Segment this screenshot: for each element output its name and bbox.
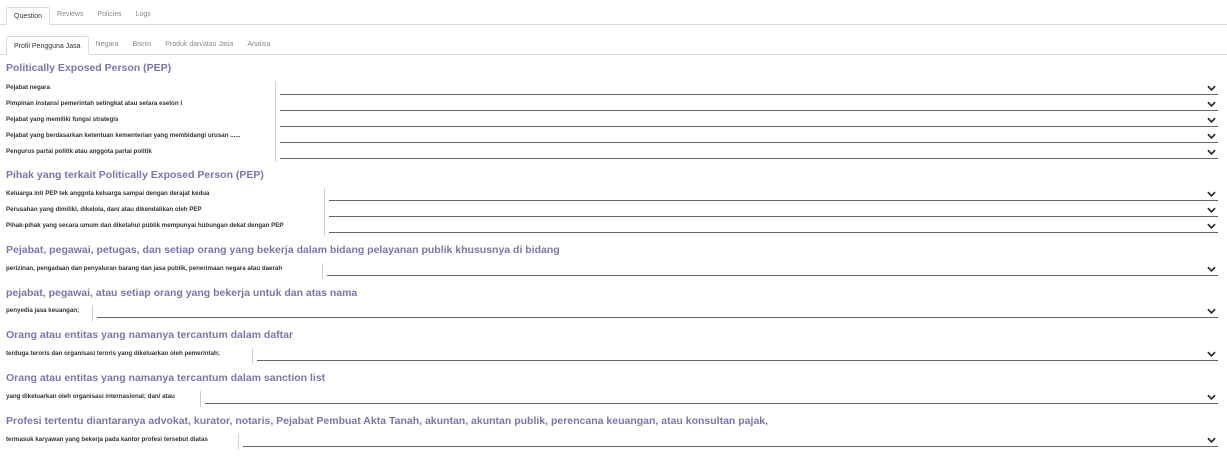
main-tabs: Question Reviews Policies Logs <box>0 6 1227 25</box>
answer-select[interactable] <box>280 130 1218 143</box>
form-row: Pejabat negara <box>0 82 1227 98</box>
chevron-down-icon <box>1207 101 1216 107</box>
field-divider <box>252 348 253 364</box>
answer-select[interactable] <box>243 434 1218 447</box>
chevron-down-icon <box>1207 223 1216 229</box>
chevron-down-icon <box>1207 437 1216 443</box>
field-label: Pejabat yang berdasarkan ketentuan kemen… <box>6 132 241 139</box>
field-divider <box>324 188 325 204</box>
tab-question[interactable]: Question <box>6 7 51 25</box>
form-row: penyedia jasa keuangan; <box>0 305 1227 321</box>
tab-reviews[interactable]: Reviews <box>50 6 90 24</box>
answer-select[interactable] <box>280 114 1218 127</box>
section-title: Orang atau entitas yang namanya tercantu… <box>6 372 326 384</box>
section-title: Politically Exposed Person (PEP) <box>6 62 172 74</box>
answer-select[interactable] <box>329 188 1218 201</box>
answer-select[interactable] <box>205 391 1218 404</box>
answer-select[interactable] <box>327 263 1218 276</box>
form-row: termasuk karyawan yang bekerja pada kant… <box>0 434 1227 450</box>
field-label: Pejabat negara <box>6 84 51 91</box>
section-title: Pihak yang terkait Politically Exposed P… <box>6 169 264 181</box>
field-label: terduga teroris dan organisasi teroris y… <box>6 350 220 357</box>
field-label: Pihak-pihak yang secara umum dan diketah… <box>6 222 284 229</box>
field-divider <box>322 263 323 279</box>
field-label: penyedia jasa keuangan; <box>6 307 80 314</box>
sub-tabs: Profil Pengguna Jasa Negara Bisnis Produ… <box>0 35 1227 55</box>
chevron-down-icon <box>1207 191 1216 197</box>
field-label: perizinan, pengadaan dan penyaluran bara… <box>6 265 283 272</box>
section-title: Pejabat, pegawai, petugas, dan setiap or… <box>6 244 560 256</box>
field-divider <box>238 434 239 450</box>
tab-produk-jasa[interactable]: Produk dan/atau Jasa <box>158 35 240 54</box>
form-row: terduga teroris dan organisasi teroris y… <box>0 348 1227 364</box>
answer-select[interactable] <box>280 146 1218 159</box>
field-divider <box>92 305 93 321</box>
field-label: Pimpinan instansi pemerintah setingkat a… <box>6 100 183 107</box>
field-label: Perusahan yang dimiliki, dikelola, dan/ … <box>6 206 202 213</box>
section-title: Orang atau entitas yang namanya tercantu… <box>6 329 294 341</box>
field-divider <box>324 204 325 220</box>
chevron-down-icon <box>1207 308 1216 314</box>
tab-bisnis[interactable]: Bisnis <box>126 35 159 54</box>
form-row: Pimpinan instansi pemerintah setingkat a… <box>0 98 1227 114</box>
field-divider <box>275 146 276 162</box>
field-label: Pengurus partai politik atau anggota par… <box>6 148 152 155</box>
chevron-down-icon <box>1207 207 1216 213</box>
answer-select[interactable] <box>280 82 1218 95</box>
form-row: Pihak-pihak yang secara umum dan diketah… <box>0 220 1227 236</box>
field-label: yang dikeluarkan oleh organisasi interna… <box>6 393 175 400</box>
form-row: Pejabat yang memiliki fungsi strategis <box>0 114 1227 130</box>
answer-select[interactable] <box>329 204 1218 217</box>
chevron-down-icon <box>1207 149 1216 155</box>
tab-analisa[interactable]: Analisa <box>240 35 277 54</box>
field-divider <box>200 391 201 407</box>
tab-profil-pengguna-jasa[interactable]: Profil Pengguna Jasa <box>6 36 89 55</box>
field-divider <box>275 114 276 130</box>
section-title: pejabat, pegawai, atau setiap orang yang… <box>6 287 358 299</box>
form-row: Pejabat yang berdasarkan ketentuan kemen… <box>0 130 1227 146</box>
tab-negara[interactable]: Negara <box>89 35 126 54</box>
tab-logs[interactable]: Logs <box>129 6 158 24</box>
chevron-down-icon <box>1207 394 1216 400</box>
chevron-down-icon <box>1207 117 1216 123</box>
tab-policies[interactable]: Policies <box>90 6 128 24</box>
chevron-down-icon <box>1207 351 1216 357</box>
form-row: perizinan, pengadaan dan penyaluran bara… <box>0 263 1227 279</box>
field-label: termasuk karyawan yang bekerja pada kant… <box>6 436 208 443</box>
form-row: Pengurus partai politik atau anggota par… <box>0 146 1227 162</box>
form-row: Perusahan yang dimiliki, dikelola, dan/ … <box>0 204 1227 220</box>
chevron-down-icon <box>1207 266 1216 272</box>
form-row: yang dikeluarkan oleh organisasi interna… <box>0 391 1227 407</box>
answer-select[interactable] <box>97 305 1218 318</box>
field-label: Pejabat yang memiliki fungsi strategis <box>6 116 119 123</box>
field-divider <box>275 130 276 146</box>
chevron-down-icon <box>1207 85 1216 91</box>
section-title: Profesi tertentu diantaranya advokat, ku… <box>6 415 769 427</box>
chevron-down-icon <box>1207 133 1216 139</box>
field-divider <box>275 98 276 114</box>
answer-select[interactable] <box>280 98 1218 111</box>
answer-select[interactable] <box>329 220 1218 233</box>
form-row: Keluarga inti PEP tek anggota keluarga s… <box>0 188 1227 204</box>
field-divider <box>324 220 325 236</box>
answer-select[interactable] <box>257 348 1218 361</box>
field-divider <box>275 82 276 98</box>
field-label: Keluarga inti PEP tek anggota keluarga s… <box>6 190 210 197</box>
